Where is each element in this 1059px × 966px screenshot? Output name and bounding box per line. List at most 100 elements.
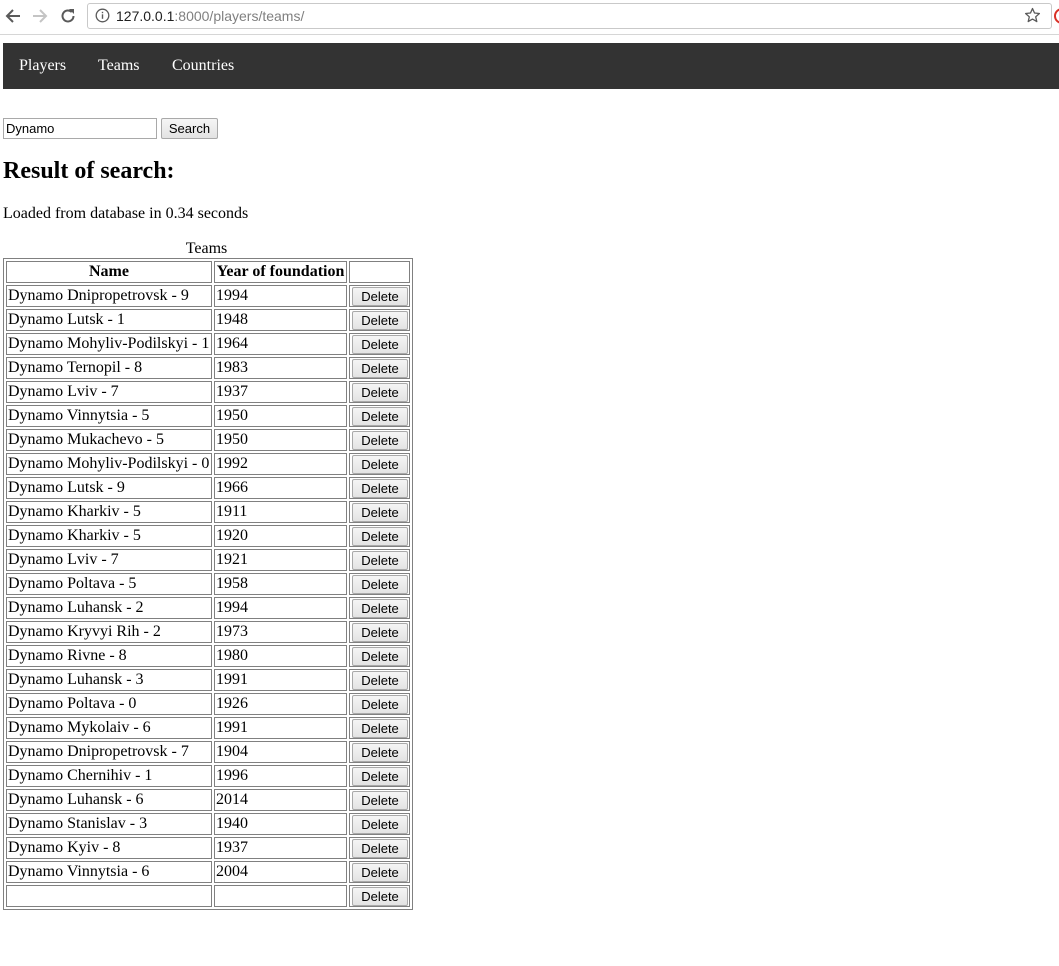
foundation-year-cell: 1991: [214, 669, 347, 691]
delete-button[interactable]: Delete: [352, 863, 408, 882]
delete-button[interactable]: Delete: [352, 623, 408, 642]
action-cell: Delete: [349, 597, 410, 619]
delete-button[interactable]: Delete: [352, 575, 408, 594]
browser-toolbar: 127.0.0.1:8000/players/teams/: [0, 0, 1059, 35]
delete-button[interactable]: Delete: [352, 455, 408, 474]
delete-button[interactable]: Delete: [352, 431, 408, 450]
delete-button[interactable]: Delete: [352, 479, 408, 498]
table-row: Dynamo Lutsk - 9 1966 Delete: [6, 477, 410, 499]
search-input[interactable]: [3, 118, 157, 139]
table-row: Dynamo Chernihiv - 1 1996 Delete: [6, 765, 410, 787]
foundation-year-cell: 1973: [214, 621, 347, 643]
table-row: Dynamo Lviv - 7 1921 Delete: [6, 549, 410, 571]
load-time-status: Loaded from database in 0.34 seconds: [3, 205, 249, 222]
nav-link-countries[interactable]: Countries: [156, 43, 250, 89]
team-name-cell: Dynamo Lviv - 7: [6, 549, 212, 571]
table-row: Dynamo Ternopil - 8 1983 Delete: [6, 357, 410, 379]
delete-button[interactable]: Delete: [352, 335, 408, 354]
foundation-year-cell: 1964: [214, 333, 347, 355]
team-name-cell: Dynamo Mohyliv-Podilskyi - 1: [6, 333, 212, 355]
header-year: Year of foundation: [214, 261, 347, 283]
table-row: Delete: [6, 885, 410, 907]
back-arrow-icon[interactable]: [1, 4, 25, 28]
action-cell: Delete: [349, 309, 410, 331]
delete-button[interactable]: Delete: [352, 287, 408, 306]
delete-button[interactable]: Delete: [352, 839, 408, 858]
action-cell: Delete: [349, 693, 410, 715]
team-name-cell: Dynamo Rivne - 8: [6, 645, 212, 667]
table-row: Dynamo Kharkiv - 5 1920 Delete: [6, 525, 410, 547]
team-name-cell: Dynamo Lutsk - 9: [6, 477, 212, 499]
foundation-year-cell: 1940: [214, 813, 347, 835]
delete-button[interactable]: Delete: [352, 767, 408, 786]
delete-button[interactable]: Delete: [352, 791, 408, 810]
foundation-year-cell: 1904: [214, 741, 347, 763]
team-name-cell: Dynamo Ternopil - 8: [6, 357, 212, 379]
foundation-year-cell: 1911: [214, 501, 347, 523]
foundation-year-cell: 1991: [214, 717, 347, 739]
action-cell: Delete: [349, 717, 410, 739]
team-name-cell: Dynamo Luhansk - 2: [6, 597, 212, 619]
foundation-year-cell: 1950: [214, 405, 347, 427]
table-row: Dynamo Dnipropetrovsk - 9 1994 Delete: [6, 285, 410, 307]
delete-button[interactable]: Delete: [352, 527, 408, 546]
nav-link-players[interactable]: Players: [3, 43, 82, 89]
delete-button[interactable]: Delete: [352, 887, 408, 906]
team-name-cell: [6, 885, 212, 907]
table-row: Dynamo Mykolaiv - 6 1991 Delete: [6, 717, 410, 739]
team-name-cell: Dynamo Stanislav - 3: [6, 813, 212, 835]
bookmark-star-icon[interactable]: [1024, 7, 1041, 27]
delete-button[interactable]: Delete: [352, 719, 408, 738]
delete-button[interactable]: Delete: [352, 743, 408, 762]
team-name-cell: Dynamo Poltava - 0: [6, 693, 212, 715]
nav-link-teams[interactable]: Teams: [82, 43, 156, 89]
foundation-year-cell: 1992: [214, 453, 347, 475]
team-name-cell: Dynamo Vinnytsia - 6: [6, 861, 212, 883]
table-row: Dynamo Poltava - 5 1958 Delete: [6, 573, 410, 595]
extension-icon[interactable]: [1054, 8, 1059, 24]
url-text: 127.0.0.1:8000/players/teams/: [116, 8, 304, 24]
action-cell: Delete: [349, 285, 410, 307]
table-row: Dynamo Mohyliv-Podilskyi - 1 1964 Delete: [6, 333, 410, 355]
reload-icon[interactable]: [56, 4, 80, 28]
team-name-cell: Dynamo Poltava - 5: [6, 573, 212, 595]
delete-button[interactable]: Delete: [352, 407, 408, 426]
address-bar[interactable]: 127.0.0.1:8000/players/teams/: [87, 3, 1052, 29]
table-row: Dynamo Luhansk - 6 2014 Delete: [6, 789, 410, 811]
foundation-year-cell: [214, 885, 347, 907]
foundation-year-cell: 1983: [214, 357, 347, 379]
search-button[interactable]: Search: [161, 118, 218, 139]
team-name-cell: Dynamo Luhansk - 6: [6, 789, 212, 811]
action-cell: Delete: [349, 789, 410, 811]
delete-button[interactable]: Delete: [352, 599, 408, 618]
foundation-year-cell: 2014: [214, 789, 347, 811]
foundation-year-cell: 1920: [214, 525, 347, 547]
action-cell: Delete: [349, 405, 410, 427]
delete-button[interactable]: Delete: [352, 359, 408, 378]
teams-table-container: Teams Name Year of foundation Dynamo Dni…: [3, 240, 413, 910]
foundation-year-cell: 1937: [214, 837, 347, 859]
foundation-year-cell: 2004: [214, 861, 347, 883]
table-caption: Teams: [185, 240, 228, 257]
delete-button[interactable]: Delete: [352, 815, 408, 834]
delete-button[interactable]: Delete: [352, 551, 408, 570]
team-name-cell: Dynamo Dnipropetrovsk - 7: [6, 741, 212, 763]
forward-arrow-icon[interactable]: [28, 4, 52, 28]
table-row: Dynamo Mukachevo - 5 1950 Delete: [6, 429, 410, 451]
info-icon[interactable]: [95, 8, 110, 26]
team-name-cell: Dynamo Mohyliv-Podilskyi - 0: [6, 453, 212, 475]
delete-button[interactable]: Delete: [352, 383, 408, 402]
delete-button[interactable]: Delete: [352, 311, 408, 330]
delete-button[interactable]: Delete: [352, 671, 408, 690]
delete-button[interactable]: Delete: [352, 503, 408, 522]
action-cell: Delete: [349, 525, 410, 547]
action-cell: Delete: [349, 381, 410, 403]
delete-button[interactable]: Delete: [352, 695, 408, 714]
table-row: Dynamo Kyiv - 8 1937 Delete: [6, 837, 410, 859]
team-name-cell: Dynamo Chernihiv - 1: [6, 765, 212, 787]
action-cell: Delete: [349, 477, 410, 499]
action-cell: Delete: [349, 621, 410, 643]
table-row: Dynamo Kharkiv - 5 1911 Delete: [6, 501, 410, 523]
delete-button[interactable]: Delete: [352, 647, 408, 666]
team-name-cell: Dynamo Mykolaiv - 6: [6, 717, 212, 739]
